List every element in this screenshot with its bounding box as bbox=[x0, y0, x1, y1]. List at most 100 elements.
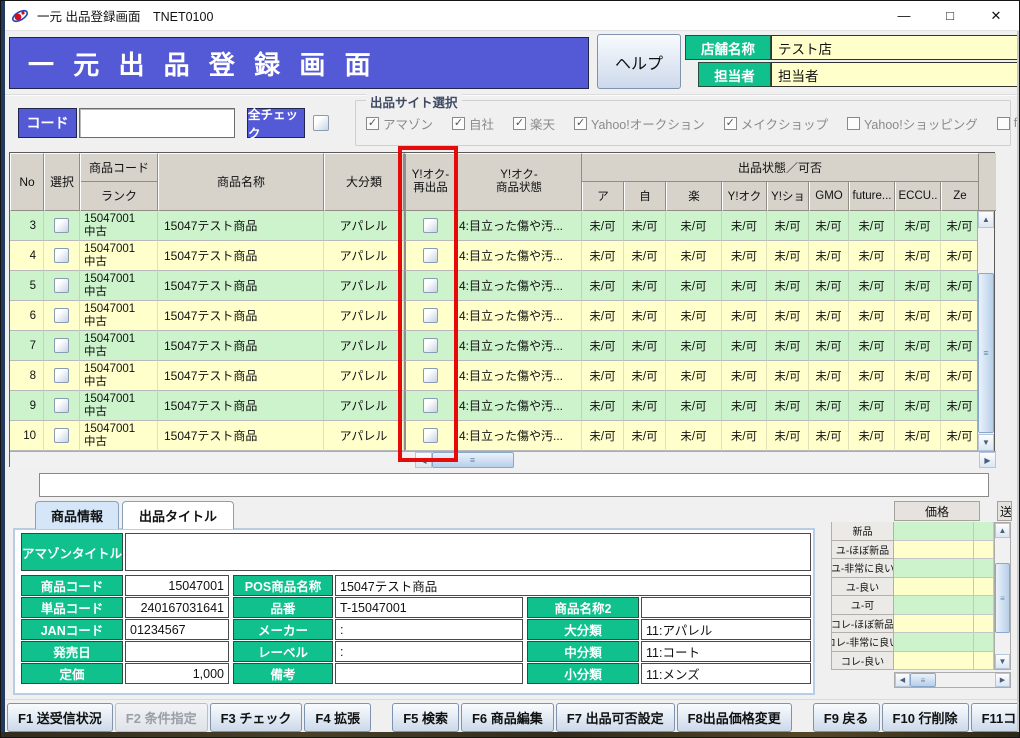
checkbox-checked-icon: ✓ bbox=[513, 117, 526, 130]
site-label: メイクショップ bbox=[741, 114, 828, 133]
price-cell[interactable] bbox=[894, 578, 974, 597]
major-category-field[interactable]: 11:アパレル bbox=[641, 619, 811, 640]
price-hscroll-track[interactable] bbox=[936, 673, 995, 687]
close-button[interactable]: ✕ bbox=[973, 1, 1019, 30]
price-cell-extra[interactable] bbox=[974, 633, 994, 652]
label-name-label: レーベル bbox=[233, 641, 333, 662]
price-cell-extra[interactable] bbox=[974, 615, 994, 634]
product-name2-field[interactable] bbox=[641, 597, 811, 618]
price-row: コレ-ほぼ新品 bbox=[831, 615, 994, 634]
help-button[interactable]: ヘルプ bbox=[597, 34, 681, 89]
tab-product-info[interactable]: 商品情報 bbox=[35, 501, 119, 529]
price-cell-extra[interactable] bbox=[974, 596, 994, 615]
row-select-checkbox[interactable] bbox=[54, 428, 69, 443]
vscroll-thumb[interactable]: ≡ bbox=[978, 273, 994, 433]
price-cell-extra[interactable] bbox=[974, 652, 994, 671]
grid-hscrollbar[interactable]: ◀ ≡ ▶ bbox=[10, 451, 996, 468]
price-cell[interactable] bbox=[894, 541, 974, 560]
fkey-button-f1[interactable]: F1 送受信状況 bbox=[7, 703, 113, 732]
fkey-button-f7[interactable]: F7 出品可否設定 bbox=[556, 703, 675, 732]
row-select-checkbox[interactable] bbox=[54, 398, 69, 413]
row-select-checkbox[interactable] bbox=[54, 248, 69, 263]
label-name-field[interactable]: : bbox=[335, 641, 523, 662]
site-checkbox-2[interactable]: ✓自社 bbox=[452, 114, 494, 133]
row-status-cell: 未/可 bbox=[582, 301, 624, 331]
fkey-button-f6[interactable]: F6 商品編集 bbox=[461, 703, 554, 732]
price-cell[interactable] bbox=[894, 559, 974, 578]
fkey-button-f8[interactable]: F8出品価格変更 bbox=[677, 703, 792, 732]
row-category: アパレル bbox=[324, 241, 404, 271]
item-code-field[interactable]: 240167031641 bbox=[125, 597, 229, 618]
price-cell-extra[interactable] bbox=[974, 578, 994, 597]
relist-checkbox[interactable] bbox=[423, 248, 438, 263]
pos-name-field[interactable]: 15047テスト商品 bbox=[335, 575, 811, 596]
price-scroll-right-icon[interactable]: ▶ bbox=[995, 673, 1010, 687]
relist-checkbox[interactable] bbox=[423, 428, 438, 443]
row-select-checkbox[interactable] bbox=[54, 218, 69, 233]
fkey-button-f3[interactable]: F3 チェック bbox=[210, 703, 303, 732]
price-vscrollbar[interactable]: ▲ ≡ ▼ bbox=[994, 522, 1011, 670]
site-checkbox-3[interactable]: ✓楽天 bbox=[513, 114, 555, 133]
relist-checkbox[interactable] bbox=[423, 218, 438, 233]
amazon-title-field[interactable] bbox=[125, 533, 811, 571]
price-cell[interactable] bbox=[894, 522, 974, 541]
scroll-down-icon[interactable]: ▼ bbox=[978, 434, 994, 451]
minimize-button[interactable]: — bbox=[881, 1, 927, 30]
row-select-checkbox[interactable] bbox=[54, 308, 69, 323]
row-code-rank: 15047001中古 bbox=[80, 211, 158, 241]
price-hscroll-thumb[interactable]: ≡ bbox=[910, 673, 936, 687]
price-cell[interactable] bbox=[894, 633, 974, 652]
relist-checkbox[interactable] bbox=[423, 338, 438, 353]
product-name2-label: 商品名称2 bbox=[527, 597, 639, 618]
price-hscrollbar[interactable]: ◀ ≡ ▶ bbox=[894, 672, 1011, 688]
relist-checkbox[interactable] bbox=[423, 308, 438, 323]
price-cell[interactable] bbox=[894, 615, 974, 634]
row-no: 8 bbox=[10, 361, 44, 391]
price-row: ユ-非常に良い bbox=[831, 559, 994, 578]
scroll-left-icon[interactable]: ◀ bbox=[415, 452, 432, 468]
product-code-field[interactable]: 15047001 bbox=[125, 575, 229, 596]
maximize-button[interactable]: □ bbox=[927, 1, 973, 30]
header-relist-line1: Y!オク- bbox=[412, 169, 449, 182]
row-select-checkbox[interactable] bbox=[54, 278, 69, 293]
price-scroll-down-icon[interactable]: ▼ bbox=[995, 654, 1010, 669]
grid-vscrollbar[interactable]: ▲ ≡ ▼ bbox=[977, 211, 994, 451]
code-input[interactable] bbox=[79, 108, 235, 138]
jan-code-field[interactable]: 01234567 bbox=[125, 619, 229, 640]
price-scroll-left-icon[interactable]: ◀ bbox=[895, 673, 910, 687]
site-checkbox-1[interactable]: ✓アマゾン bbox=[366, 114, 433, 133]
price-vscroll-thumb[interactable]: ≡ bbox=[995, 563, 1010, 633]
maker-field[interactable]: : bbox=[335, 619, 523, 640]
site-checkbox-4[interactable]: ✓Yahoo!オークション bbox=[574, 114, 705, 133]
fkey-button-f4[interactable]: F4 拡張 bbox=[304, 703, 371, 732]
relist-checkbox[interactable] bbox=[423, 398, 438, 413]
price-cell[interactable] bbox=[894, 596, 974, 615]
price-cell-extra[interactable] bbox=[974, 541, 994, 560]
price-scroll-up-icon[interactable]: ▲ bbox=[995, 523, 1010, 538]
list-price-field[interactable]: 1,000 bbox=[125, 663, 229, 684]
minor-category-field[interactable]: 11:メンズ bbox=[641, 663, 811, 684]
row-select-checkbox[interactable] bbox=[54, 368, 69, 383]
release-date-field[interactable] bbox=[125, 641, 229, 662]
fkey-button-f9[interactable]: F9 戻る bbox=[813, 703, 880, 732]
relist-checkbox[interactable] bbox=[423, 278, 438, 293]
price-cell[interactable] bbox=[894, 652, 974, 671]
hscroll-thumb[interactable]: ≡ bbox=[432, 452, 514, 468]
scroll-right-icon[interactable]: ▶ bbox=[979, 452, 996, 468]
hscroll-track[interactable] bbox=[514, 452, 979, 468]
middle-category-field[interactable]: 11:コート bbox=[641, 641, 811, 662]
scroll-up-icon[interactable]: ▲ bbox=[978, 211, 994, 228]
remarks-field[interactable] bbox=[335, 663, 523, 684]
fkey-button-f10[interactable]: F10 行削除 bbox=[882, 703, 969, 732]
price-cell-extra[interactable] bbox=[974, 522, 994, 541]
fkey-button-f11[interactable]: F11コード入力 bbox=[971, 703, 1020, 732]
tab-listing-title[interactable]: 出品タイトル bbox=[122, 501, 234, 529]
price-cell-extra[interactable] bbox=[974, 559, 994, 578]
relist-checkbox[interactable] bbox=[423, 368, 438, 383]
part-number-field[interactable]: T-15047001 bbox=[335, 597, 523, 618]
all-check-checkbox[interactable] bbox=[313, 115, 329, 131]
site-checkbox-5[interactable]: ✓メイクショップ bbox=[724, 114, 828, 133]
site-checkbox-6[interactable]: Yahoo!ショッピング bbox=[847, 114, 978, 133]
fkey-button-f5[interactable]: F5 検索 bbox=[392, 703, 459, 732]
row-select-checkbox[interactable] bbox=[54, 338, 69, 353]
